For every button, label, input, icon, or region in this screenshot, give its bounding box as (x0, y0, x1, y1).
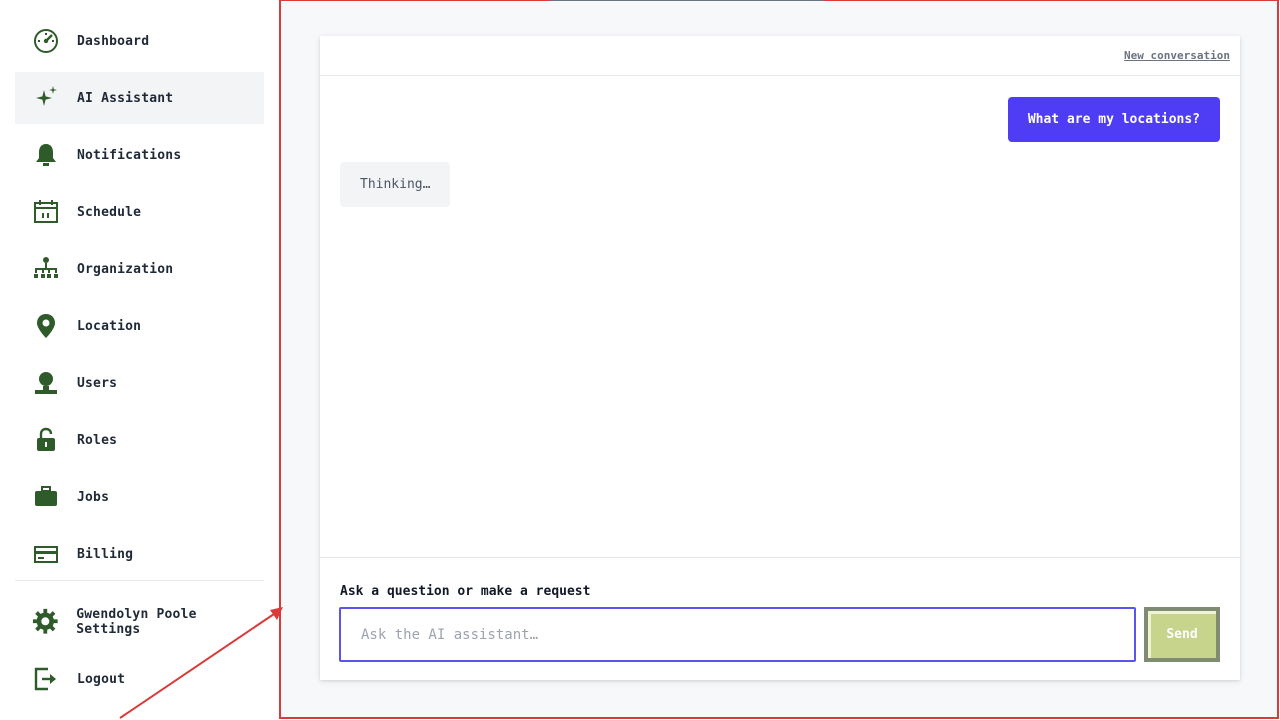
sidebar-item-label: Gwendolyn Poole Settings (76, 607, 197, 637)
sidebar-item-notifications[interactable]: Notifications (15, 129, 264, 181)
sidebar-item-label: Jobs (77, 489, 110, 505)
sidebar: Dashboard AI Assistant Notifications Sch… (0, 0, 279, 720)
calendar-icon (31, 197, 61, 227)
chat-composer: Ask a question or make a request Send (320, 557, 1240, 680)
sidebar-item-jobs[interactable]: Jobs (15, 471, 264, 523)
send-button[interactable]: Send (1144, 607, 1220, 662)
sidebar-item-organization[interactable]: Organization (15, 243, 264, 295)
logout-icon (31, 664, 61, 694)
sidebar-item-ai-assistant[interactable]: AI Assistant (15, 72, 264, 124)
sidebar-item-billing[interactable]: Billing (15, 528, 264, 580)
chat-header: New conversation (320, 36, 1240, 76)
org-chart-icon (31, 254, 61, 284)
sidebar-item-label: Dashboard (77, 33, 150, 49)
gear-icon (31, 607, 60, 637)
sidebar-item-label: Location (77, 318, 142, 334)
sidebar-item-users[interactable]: Users (15, 357, 264, 409)
sidebar-item-logout[interactable]: Logout (15, 653, 264, 705)
sidebar-item-dashboard[interactable]: Dashboard (15, 15, 264, 67)
new-conversation-link[interactable]: New conversation (1124, 49, 1230, 62)
header-underline-fragment (550, 0, 824, 1)
map-pin-icon (31, 311, 61, 341)
sidebar-item-location[interactable]: Location (15, 300, 264, 352)
sidebar-item-label: Logout (77, 671, 126, 687)
sidebar-item-label: Billing (77, 546, 134, 562)
sidebar-item-label: Users (77, 375, 118, 391)
sidebar-item-label: Notifications (77, 147, 182, 163)
sparkle-icon (31, 83, 61, 113)
assistant-message-bubble: Thinking… (340, 162, 451, 207)
sidebar-item-label: Schedule (77, 204, 142, 220)
sidebar-item-settings[interactable]: Gwendolyn Poole Settings (15, 596, 264, 648)
lock-icon (31, 425, 61, 455)
bell-icon (31, 140, 61, 170)
sidebar-item-roles[interactable]: Roles (15, 414, 264, 466)
sidebar-divider (15, 580, 264, 581)
chat-panel: New conversation What are my locations? … (320, 36, 1240, 680)
sidebar-item-label: AI Assistant (77, 90, 174, 106)
credit-card-icon (31, 539, 61, 569)
user-message-bubble: What are my locations? (1007, 97, 1220, 142)
chat-input[interactable] (339, 607, 1136, 662)
composer-label: Ask a question or make a request (340, 584, 591, 599)
gauge-icon (31, 26, 61, 56)
briefcase-icon (31, 482, 61, 512)
sidebar-item-label: Roles (77, 432, 118, 448)
sidebar-item-schedule[interactable]: Schedule (15, 186, 264, 238)
sidebar-item-label: Organization (77, 261, 174, 277)
user-icon (31, 368, 61, 398)
